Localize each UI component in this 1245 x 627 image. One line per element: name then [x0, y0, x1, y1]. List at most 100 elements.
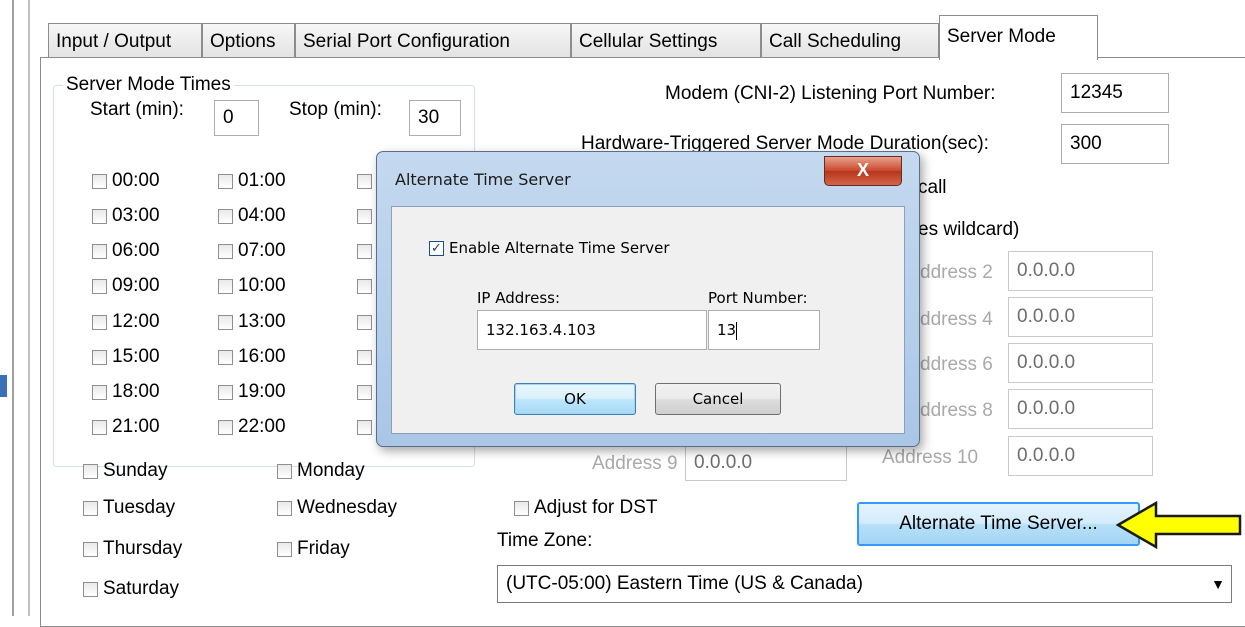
day-label: Friday — [297, 538, 350, 559]
checkbox-box — [83, 500, 98, 516]
hour-checkbox[interactable]: 07:00 — [218, 240, 286, 262]
address-9-input[interactable]: 0.0.0.0 — [685, 441, 847, 481]
checkbox-box — [277, 541, 292, 557]
chevron-down-icon[interactable]: ▼ — [1211, 566, 1225, 602]
stop-input[interactable]: 30 — [409, 100, 461, 136]
day-checkbox-saturday[interactable]: Saturday — [83, 578, 179, 600]
ip-address-input[interactable]: 132.163.4.103 — [477, 310, 707, 350]
hour-label: 12:00 — [112, 311, 160, 332]
hour-checkbox[interactable]: 16:00 — [218, 346, 286, 368]
hour-label: 18:00 — [112, 381, 160, 402]
hour-checkbox[interactable]: 21:00 — [92, 416, 160, 438]
tab-input-output[interactable]: Input / Output — [48, 23, 202, 58]
tab-options[interactable]: Options — [202, 23, 295, 58]
hour-checkbox[interactable]: 15:00 — [92, 346, 160, 368]
hour-checkbox[interactable]: 01:00 — [218, 170, 286, 192]
listening-port-input[interactable]: 12345 — [1061, 73, 1169, 113]
hour-label: 07:00 — [238, 240, 286, 261]
hour-checkbox[interactable]: 18:00 — [92, 381, 160, 403]
checkbox-box — [357, 279, 372, 294]
server-mode-times-legend: Server Mode Times — [63, 74, 234, 96]
checkbox-box — [92, 243, 107, 259]
hour-checkbox[interactable]: 00:00 — [92, 170, 160, 192]
hour-checkbox[interactable]: 22:00 — [218, 416, 286, 438]
checkbox-box — [218, 208, 233, 224]
hour-checkbox[interactable]: 19:00 — [218, 381, 286, 403]
port-number-input[interactable]: 13 — [708, 310, 820, 350]
window-edge-left — [12, 0, 14, 616]
hour-checkbox[interactable]: 09:00 — [92, 275, 160, 297]
time-zone-label: Time Zone: — [497, 530, 593, 551]
address-10-input[interactable]: 0.0.0.0 — [1008, 436, 1153, 476]
hour-label: 13:00 — [238, 311, 286, 332]
address-6-input[interactable]: 0.0.0.0 — [1008, 343, 1153, 383]
arrow-shape — [1116, 500, 1242, 550]
hour-label: 15:00 — [112, 346, 160, 367]
tab-server-mode[interactable]: Server Mode — [939, 15, 1098, 60]
hour-label: 22:00 — [238, 416, 286, 437]
address-6-label: ddress 6 — [920, 354, 993, 375]
start-input[interactable]: 0 — [214, 100, 259, 136]
window-edge-inner — [28, 0, 30, 616]
day-checkbox-monday[interactable]: Monday — [277, 460, 365, 482]
checkbox-box — [83, 463, 98, 479]
checkbox-box — [83, 581, 98, 597]
day-checkbox-sunday[interactable]: Sunday — [83, 460, 167, 482]
hour-label: 04:00 — [238, 205, 286, 226]
alternate-time-server-button[interactable]: Alternate Time Server... — [857, 502, 1140, 546]
dialog-title: Alternate Time Server — [395, 170, 571, 189]
port-number-label: Port Number: — [708, 289, 808, 307]
yellow-arrow-icon — [1116, 500, 1242, 550]
hour-checkbox[interactable]: 04:00 — [218, 205, 286, 227]
address-4-input[interactable]: 0.0.0.0 — [1008, 297, 1153, 337]
checkbox-box — [357, 244, 372, 259]
time-zone-select[interactable]: (UTC-05:00) Eastern Time (US & Canada) ▼ — [497, 565, 1232, 603]
hour-label: 19:00 — [238, 381, 286, 402]
day-checkbox-thursday[interactable]: Thursday — [83, 538, 182, 560]
hour-checkbox[interactable]: 12:00 — [92, 311, 160, 333]
checkbox-box — [218, 349, 233, 365]
hour-checkbox[interactable]: 10:00 — [218, 275, 286, 297]
listening-port-label: Modem (CNI-2) Listening Port Number: — [665, 83, 996, 104]
address-9-label: Address 9 — [592, 453, 678, 474]
hour-label: 00:00 — [112, 170, 160, 191]
checkbox-box — [92, 173, 107, 189]
tab-call-scheduling[interactable]: Call Scheduling — [761, 23, 939, 58]
cancel-button[interactable]: Cancel — [655, 383, 781, 415]
day-checkbox-wednesday[interactable]: Wednesday — [277, 497, 397, 519]
day-label: Wednesday — [297, 497, 397, 518]
checkbox-box — [277, 500, 292, 516]
address-2-label: ddress 2 — [920, 262, 993, 283]
splitter-handle[interactable] — [0, 375, 7, 397]
hw-duration-input[interactable]: 300 — [1061, 124, 1169, 164]
tab-serial-port-configuration[interactable]: Serial Port Configuration — [295, 23, 571, 58]
hour-checkbox[interactable]: 13:00 — [218, 311, 286, 333]
dialog-body: ✓ Enable Alternate Time Server IP Addres… — [391, 206, 905, 434]
day-checkbox-tuesday[interactable]: Tuesday — [83, 497, 175, 519]
checkbox-box — [357, 350, 372, 365]
adjust-dst-checkbox[interactable]: Adjust for DST — [514, 497, 658, 519]
day-label: Sunday — [103, 460, 168, 481]
hour-label: 01:00 — [238, 170, 286, 191]
checkbox-box — [277, 463, 292, 479]
checkbox-box — [92, 278, 107, 294]
hour-checkbox[interactable]: 03:00 — [92, 205, 160, 227]
checkbox-box — [92, 384, 107, 400]
wildcard-partial-label: es wildcard) — [918, 219, 1020, 240]
checkbox-box — [218, 384, 233, 400]
enable-alternate-checkbox[interactable]: ✓ Enable Alternate Time Server — [429, 239, 670, 257]
day-label: Tuesday — [103, 497, 176, 518]
address-10-label: Address 10 — [882, 447, 979, 468]
close-button[interactable]: X — [824, 156, 902, 186]
day-checkbox-friday[interactable]: Friday — [277, 538, 350, 560]
address-2-input[interactable]: 0.0.0.0 — [1008, 251, 1153, 291]
tab-cellular-settings[interactable]: Cellular Settings — [571, 23, 761, 58]
hour-checkbox-partial[interactable] — [357, 174, 372, 438]
address-8-input[interactable]: 0.0.0.0 — [1008, 389, 1153, 429]
hour-label: 10:00 — [238, 275, 286, 296]
alternate-time-server-label: Alternate Time Server... — [899, 513, 1098, 534]
hour-checkbox[interactable]: 06:00 — [92, 240, 160, 262]
checkbox-box — [357, 174, 372, 189]
ok-button[interactable]: OK — [514, 383, 636, 415]
hour-label: 21:00 — [112, 416, 160, 437]
